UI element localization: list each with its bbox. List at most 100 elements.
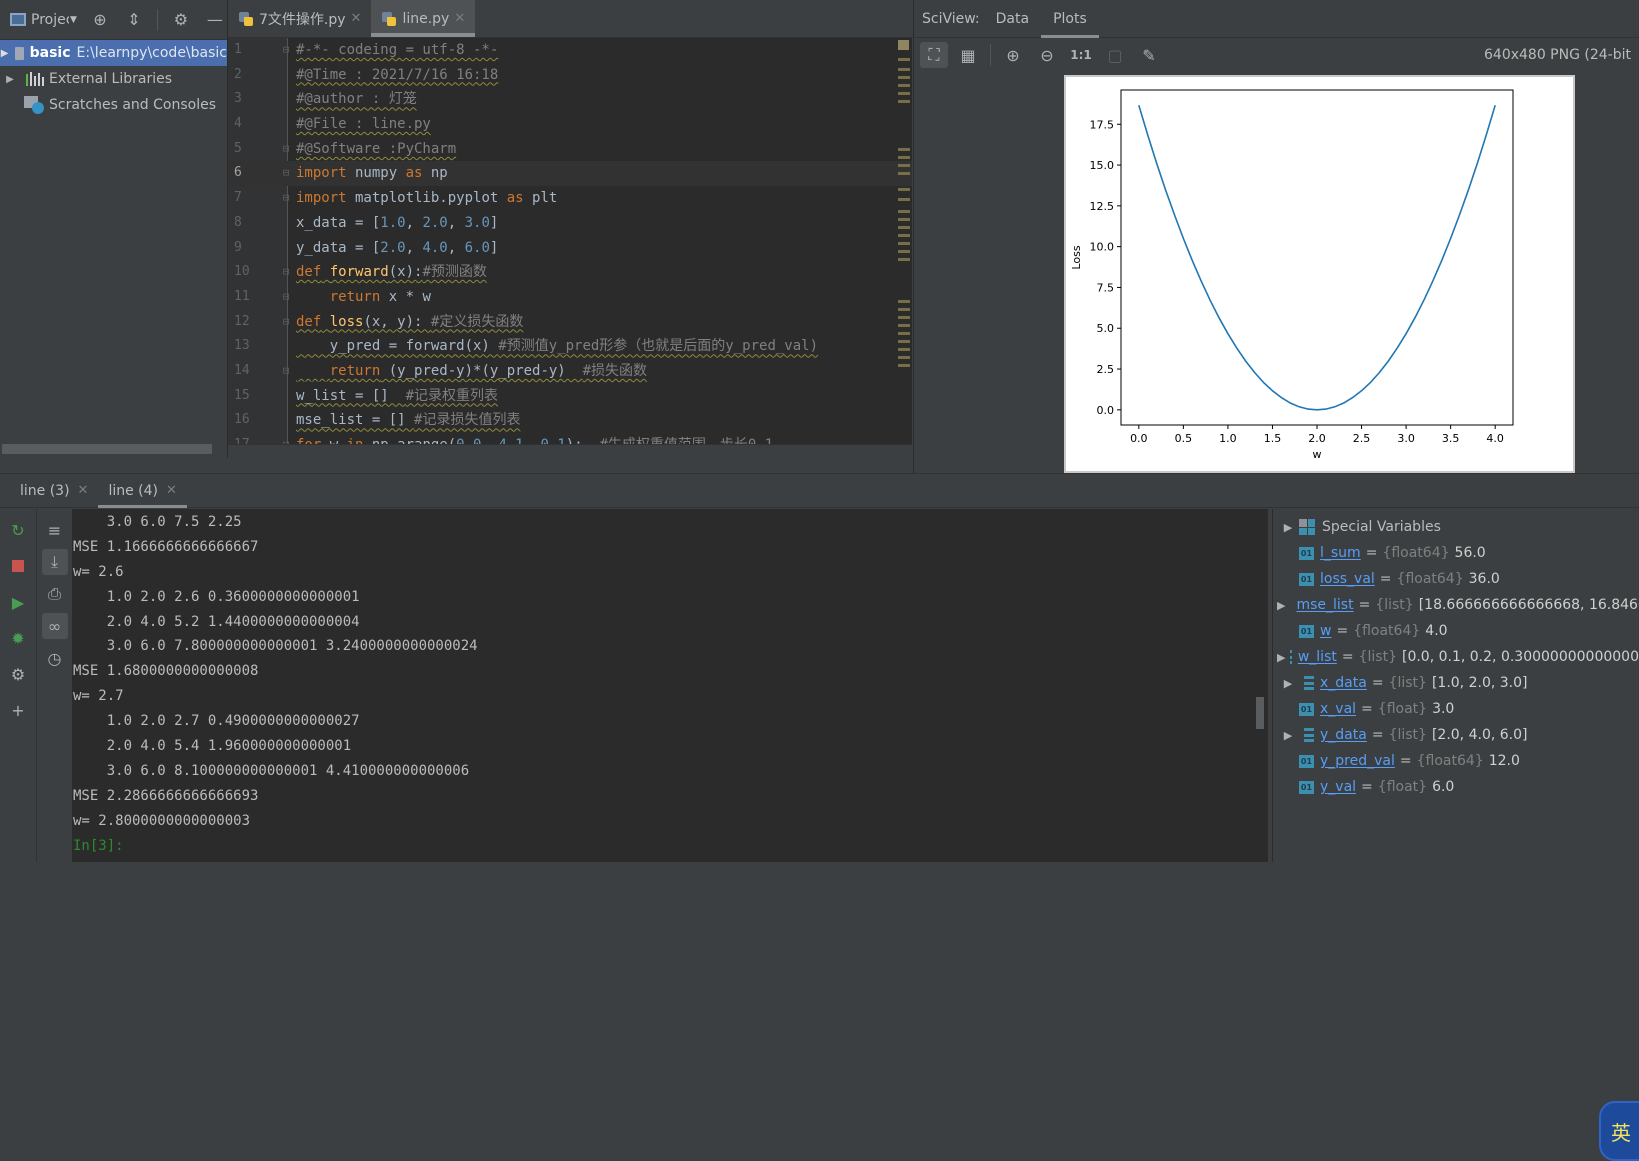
warning-marker[interactable] — [898, 332, 910, 335]
warning-marker[interactable] — [898, 198, 910, 201]
warning-marker[interactable] — [898, 250, 910, 253]
variable-row[interactable]: 01 y_pred_val = {float64} 12.0 — [1273, 748, 1639, 774]
error-stripe[interactable] — [896, 38, 912, 444]
warning-marker[interactable] — [898, 218, 910, 221]
tree-item-scratches[interactable]: Scratches and Consoles — [0, 92, 227, 118]
code-line[interactable]: 3 #@author : 灯笼 — [228, 87, 912, 112]
show-variables-icon[interactable]: ∞ — [41, 613, 68, 639]
debug-icon[interactable]: ✹ — [5, 625, 31, 651]
add-icon[interactable]: + — [5, 697, 31, 723]
warning-marker[interactable] — [898, 58, 910, 61]
warning-marker[interactable] — [898, 356, 910, 359]
code-line[interactable]: 8 x_data = [1.0, 2.0, 3.0] — [228, 211, 912, 236]
editor-horizontal-scrollbar[interactable] — [228, 444, 912, 458]
variable-row[interactable]: ▶ mse_list = {list} [18.666666666666668, 16.… — [1273, 592, 1639, 618]
warning-marker[interactable] — [898, 226, 910, 229]
fold-marker-icon[interactable]: ⊟ — [278, 433, 294, 444]
editor-tab-file-ops[interactable]: 7文件操作.py ✕ — [228, 0, 371, 37]
tab-data[interactable]: Data — [984, 0, 1041, 38]
fold-marker-icon[interactable]: ⊟ — [278, 161, 294, 186]
warning-marker[interactable] — [898, 68, 910, 71]
locate-icon[interactable]: ⊕ — [89, 9, 111, 31]
gear-icon[interactable]: ⚙ — [170, 9, 192, 31]
settings-icon[interactable]: ⚙ — [5, 661, 31, 687]
run-icon[interactable]: ▶ — [5, 589, 31, 615]
code-line[interactable]: 4 #@File : line.py — [228, 112, 912, 137]
actual-size-button[interactable]: 1:1 — [1067, 42, 1095, 68]
code-line[interactable]: 2 #@Time : 2021/7/16 16:18 — [228, 63, 912, 88]
expand-arrow-icon[interactable]: ▶ — [1273, 677, 1299, 690]
variable-row[interactable]: 01 loss_val = {float64} 36.0 — [1273, 566, 1639, 592]
code-line[interactable]: 6 ⊟ import numpy as np — [228, 161, 912, 187]
stop-icon[interactable] — [5, 553, 31, 579]
code-line[interactable]: 17 ⊟for w in np.arange(0.0, 4.1, 0.1): #生… — [228, 433, 912, 444]
code-line[interactable]: 14 ⊟ return (y_pred-y)*(y_pred-y) #损失函数 — [228, 359, 912, 384]
code-area[interactable]: 1 ⊟ #-*- codeing = utf-8 -*- 2 #@Time : 2021… — [228, 38, 912, 444]
variable-row[interactable]: 01 w = {float64} 4.0 — [1273, 618, 1639, 644]
warning-marker[interactable] — [898, 210, 910, 213]
expand-arrow-icon[interactable]: ▶ — [1273, 521, 1299, 534]
close-icon[interactable]: ✕ — [166, 483, 177, 498]
variable-row[interactable]: 01 l_sum = {float64} 56.0 — [1273, 540, 1639, 566]
special-variables[interactable]: ▶ Special Variables — [1273, 514, 1639, 540]
code-line[interactable]: 13 y_pred = forward(x) #预测值y_pred形参（也就是后… — [228, 334, 912, 359]
fold-marker-icon[interactable]: ⊟ — [278, 285, 294, 310]
grid-icon[interactable]: ▦ — [954, 42, 982, 68]
warning-marker[interactable] — [898, 188, 910, 191]
warning-marker[interactable] — [898, 148, 910, 151]
editor-tab-line-py[interactable]: line.py ✕ — [371, 0, 476, 37]
warning-marker[interactable] — [898, 172, 910, 175]
scroll-to-end-icon[interactable]: ⤓ — [41, 549, 68, 575]
warning-marker[interactable] — [898, 234, 910, 237]
fit-to-window-icon[interactable]: ⛶ — [920, 42, 948, 68]
warning-marker[interactable] — [898, 348, 910, 351]
project-view-selector[interactable]: Project ▼ — [10, 12, 77, 28]
collapse-all-icon[interactable]: ⇕ — [123, 9, 145, 31]
background-icon[interactable]: ▢ — [1101, 42, 1129, 68]
code-line[interactable]: 16 mse_list = [] #记录损失值列表 — [228, 408, 912, 433]
history-icon[interactable]: ◷ — [42, 645, 68, 671]
fold-marker-icon[interactable]: ⊟ — [278, 137, 294, 162]
expand-arrow-icon[interactable]: ▶ — [1273, 651, 1285, 664]
close-icon[interactable]: ✕ — [351, 11, 362, 26]
project-horizontal-scrollbar[interactable] — [2, 444, 212, 454]
code-line[interactable]: 11 ⊟ return x * w — [228, 285, 912, 310]
warning-marker[interactable] — [898, 300, 910, 303]
variable-row[interactable]: 01 x_val = {float} 3.0 — [1273, 696, 1639, 722]
zoom-out-icon[interactable]: ⊖ — [1033, 42, 1061, 68]
fold-marker-icon[interactable]: ⊟ — [278, 310, 294, 335]
warning-marker[interactable] — [898, 242, 910, 245]
console-output[interactable]: 3.0 6.0 7.5 2.25 MSE 1.1666666666666667 w=… — [72, 509, 1268, 862]
console-scrollbar[interactable] — [1256, 697, 1264, 729]
code-line[interactable]: 12 ⊟ def loss(x, y): #定义损失函数 — [228, 310, 912, 335]
close-icon[interactable]: ✕ — [78, 483, 89, 498]
fold-marker-icon[interactable]: ⊟ — [278, 186, 294, 211]
variable-row[interactable]: 01 y_val = {float} 6.0 — [1273, 774, 1639, 800]
expand-arrow-icon[interactable]: ▶ — [0, 48, 9, 59]
run-tab-line-3[interactable]: line (3) ✕ — [10, 474, 98, 508]
warning-marker[interactable] — [898, 100, 910, 103]
code-line[interactable]: 10 ⊟ def forward(x):#预测函数 — [228, 260, 912, 285]
code-line[interactable]: 1 ⊟ #-*- codeing = utf-8 -*- — [228, 38, 912, 63]
color-picker-icon[interactable]: ✎ — [1135, 42, 1163, 68]
fold-marker-icon[interactable]: ⊟ — [278, 38, 294, 63]
variable-row[interactable]: ▶ w_list = {list} [0.0, 0.1, 0.2, 0.30000000… — [1273, 644, 1639, 670]
expand-arrow-icon[interactable]: ▶ — [0, 74, 20, 85]
code-line[interactable]: 9 y_data = [2.0, 4.0, 6.0] — [228, 236, 912, 261]
ime-indicator[interactable]: 英 — [1599, 1101, 1639, 1161]
code-line[interactable]: 5 ⊟ #@Software :PyCharm — [228, 137, 912, 162]
soft-wrap-icon[interactable]: ≡ — [42, 517, 68, 543]
warning-marker[interactable] — [898, 258, 910, 261]
variable-row[interactable]: ▶ x_data = {list} [1.0, 2.0, 3.0] — [1273, 670, 1639, 696]
variable-row[interactable]: ▶ y_data = {list} [2.0, 4.0, 6.0] — [1273, 722, 1639, 748]
warning-marker[interactable] — [898, 92, 910, 95]
warning-marker[interactable] — [898, 316, 910, 319]
inspection-status-icon[interactable] — [898, 40, 909, 50]
close-icon[interactable]: ✕ — [454, 11, 465, 26]
console-prompt[interactable]: In[3]: — [72, 834, 1268, 859]
code-line[interactable]: 15 w_list = [] #记录权重列表 — [228, 384, 912, 409]
minimize-icon[interactable]: — — [204, 9, 226, 31]
rerun-icon[interactable]: ↻ — [5, 517, 31, 543]
plot-image[interactable]: 0.0 0.5 1.0 1.5 2.0 2.5 3.0 3.5 4.0 0.0 2.5 5.0 7.5 1… — [1064, 75, 1575, 473]
print-icon[interactable]: ⎙ — [42, 581, 68, 607]
